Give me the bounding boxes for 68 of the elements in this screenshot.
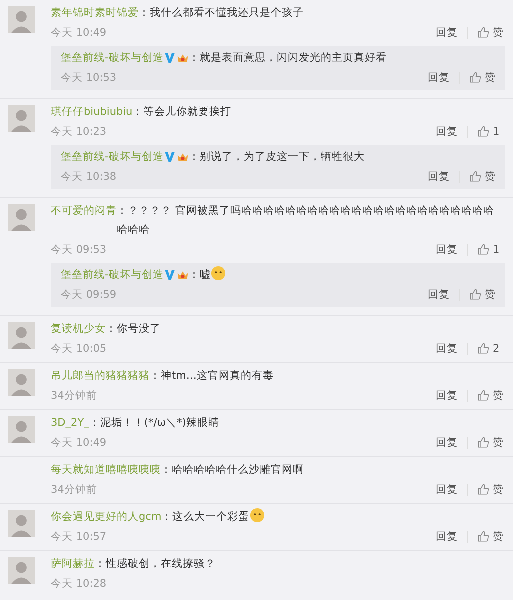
reply-link[interactable]: 回复	[436, 436, 458, 450]
comment-text: ：你号没了	[106, 323, 161, 335]
like-count[interactable]: 1	[493, 126, 505, 138]
avatar[interactable]	[8, 6, 35, 33]
timestamp: 今天 10:53	[61, 70, 117, 84]
avatar[interactable]	[8, 322, 35, 349]
reply-link[interactable]: 回复	[428, 288, 450, 302]
like-count[interactable]: 赞	[493, 482, 505, 496]
reply-link[interactable]: 回复	[436, 342, 458, 356]
avatar[interactable]	[8, 369, 35, 396]
reply-link[interactable]: 回复	[436, 530, 458, 544]
thumbs-up-icon[interactable]	[477, 436, 490, 449]
thumbs-up-icon[interactable]	[477, 530, 490, 543]
comment-text: ：泥垢！！(*/ω＼*)辣眼睛	[89, 417, 220, 429]
avatar[interactable]	[8, 204, 35, 231]
like-count[interactable]: 赞	[493, 26, 505, 40]
like-count[interactable]: 赞	[493, 436, 505, 450]
timestamp: 34分钟前	[51, 482, 98, 496]
reply-link[interactable]: 回复	[436, 242, 458, 256]
comment-text: ：性感破创，在线撩骚？	[95, 558, 216, 570]
like-count[interactable]: 赞	[485, 288, 497, 302]
thumbs-up-icon[interactable]	[469, 170, 482, 183]
like-count[interactable]: 1	[493, 244, 505, 256]
like-count[interactable]: 赞	[485, 170, 497, 184]
crown-icon	[176, 52, 189, 64]
like-count[interactable]: 2	[493, 342, 505, 354]
like-count[interactable]: 赞	[485, 70, 497, 84]
timestamp: 34分钟前	[51, 388, 98, 402]
thumbs-up-icon[interactable]	[477, 125, 490, 138]
reply-link[interactable]: 回复	[436, 26, 458, 40]
like-count[interactable]: 赞	[493, 388, 505, 402]
thumbs-up-icon[interactable]	[477, 342, 490, 355]
comment-text: ：哈哈哈哈哈什么沙雕官网啊	[161, 464, 304, 476]
reply-link[interactable]: 回复	[428, 170, 450, 184]
comment-text: ：别说了，为了皮这一下，牺牲很大	[188, 151, 365, 163]
comment-text: ：就是表面意思，闪闪发光的主页真好看	[188, 52, 387, 64]
timestamp: 今天 10:05	[51, 342, 107, 356]
avatar[interactable]	[8, 510, 35, 537]
avatar[interactable]	[8, 105, 35, 132]
timestamp: 今天 10:57	[51, 530, 107, 544]
comment-text: ：神tm…这官网真的有毒	[150, 370, 274, 382]
timestamp: 今天 10:38	[61, 170, 117, 184]
timestamp: 今天 09:59	[61, 288, 117, 302]
reply-link[interactable]: 回复	[436, 482, 458, 496]
comment-text: ：这么大一个彩蛋	[162, 511, 250, 523]
thumbs-up-icon[interactable]	[469, 71, 482, 84]
timestamp: 今天 10:49	[51, 436, 107, 450]
thumbs-up-icon[interactable]	[477, 243, 490, 256]
comment-text: ：我什么都看不懂我还只是个孩子	[139, 7, 304, 19]
thumbs-up-icon[interactable]	[477, 483, 490, 496]
timestamp: 今天 09:53	[51, 242, 107, 256]
timestamp: 今天 10:23	[51, 124, 107, 138]
like-count[interactable]: 赞	[493, 530, 505, 544]
reply-link[interactable]: 回复	[428, 70, 450, 84]
thumbs-up-icon[interactable]	[469, 288, 482, 301]
avatar[interactable]	[8, 416, 35, 443]
comment-text: ：嘘	[188, 269, 211, 281]
crown-icon	[176, 151, 189, 163]
comment-text: ：？？？？ 官网被黑了吗哈哈哈哈哈哈哈哈哈哈哈哈哈哈哈哈哈哈哈哈哈哈哈哈哈哈	[117, 205, 494, 236]
comment-text: ：等会儿你就要挨打	[132, 106, 232, 118]
crown-icon	[176, 269, 189, 281]
timestamp: 今天 10:28	[51, 576, 107, 590]
timestamp: 今天 10:49	[51, 26, 107, 40]
thumbs-up-icon[interactable]	[477, 26, 490, 39]
thumbs-up-icon[interactable]	[477, 389, 490, 402]
avatar[interactable]	[8, 557, 35, 584]
reply-link[interactable]: 回复	[436, 388, 458, 402]
reply-link[interactable]: 回复	[436, 124, 458, 138]
